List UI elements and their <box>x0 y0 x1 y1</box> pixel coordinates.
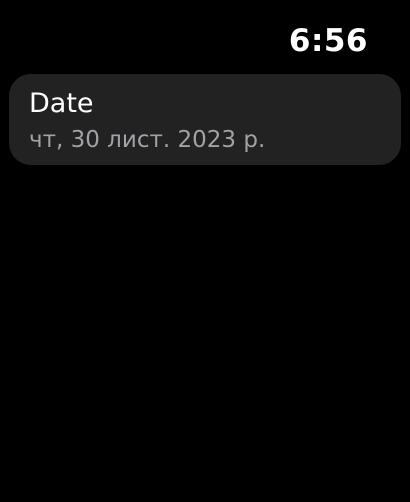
date-picker-cell[interactable]: Date чт, 30 лист. 2023 р. <box>9 74 401 165</box>
status-time: 6:56 <box>288 23 368 59</box>
date-cell-value: чт, 30 лист. 2023 р. <box>29 127 266 153</box>
date-cell-title: Date <box>29 88 94 119</box>
watch-screen: { "status_bar": { "time": "6:56" }, "dat… <box>0 0 410 502</box>
